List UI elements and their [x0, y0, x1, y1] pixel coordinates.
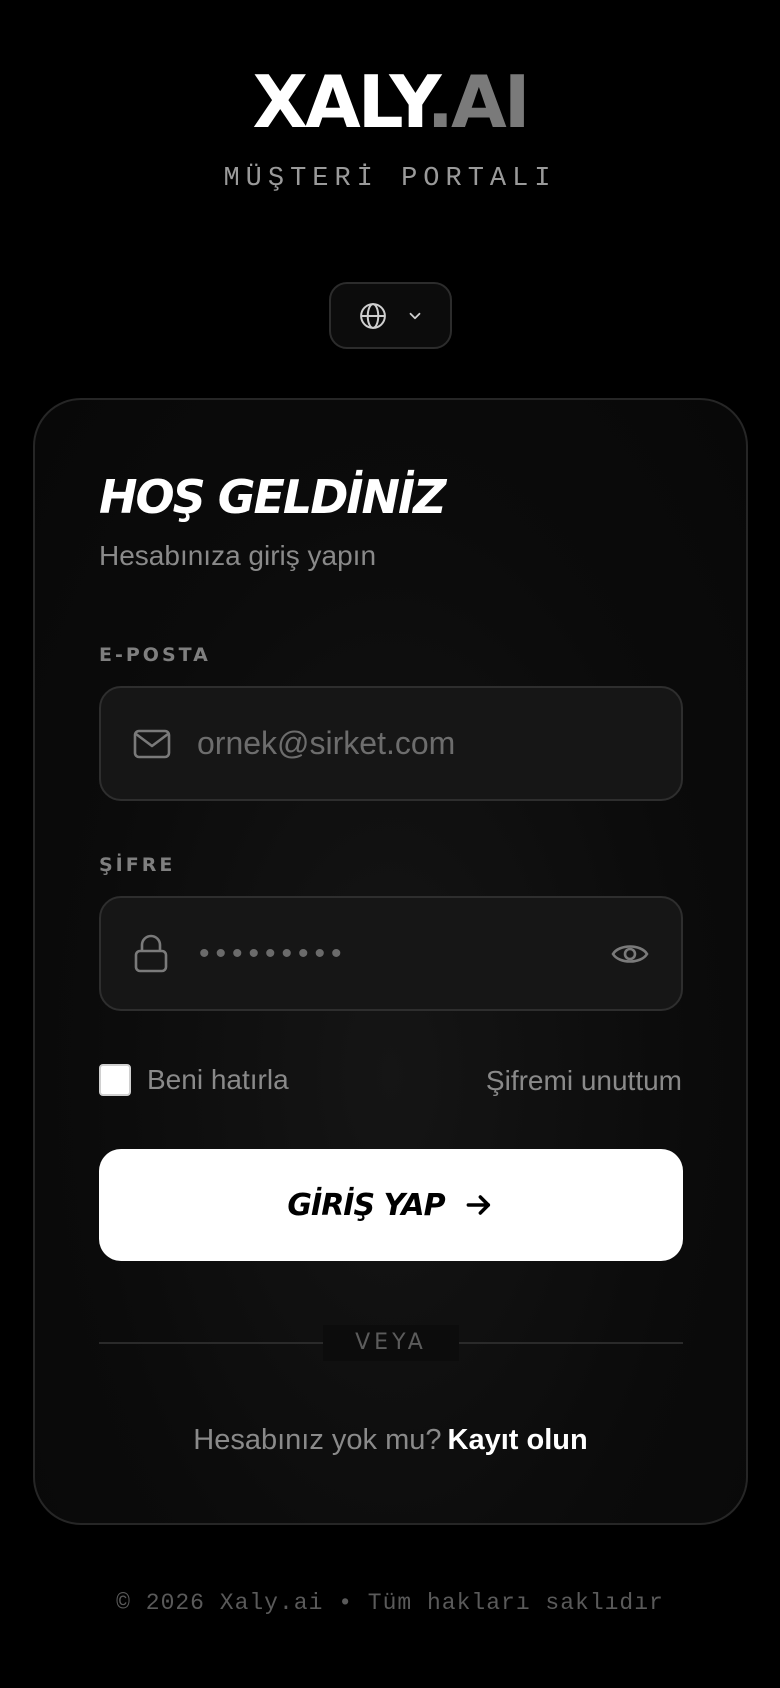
remember-me-label: Beni hatırla [147, 1064, 289, 1095]
brand-name: XALY [252, 60, 430, 144]
forgot-password-link[interactable]: Şifremi unuttum [486, 1065, 682, 1097]
login-page: XALY.AI MÜŞTERİ PORTALI HOŞ GELDİNİZ Hes… [0, 0, 780, 1688]
brand-tagline: MÜŞTERİ PORTALI [223, 164, 557, 194]
chevron-down-icon [406, 307, 424, 325]
brand-suffix: .AI [426, 60, 531, 144]
language-selector[interactable] [329, 282, 452, 349]
brand-logo: XALY.AI [0, 66, 780, 138]
remember-me[interactable]: Beni hatırla [99, 1064, 289, 1096]
divider-label: VEYA [323, 1325, 459, 1361]
login-button[interactable]: GİRİŞ YAP [99, 1149, 683, 1261]
mail-icon [133, 728, 171, 760]
lock-icon [133, 934, 169, 974]
signup-link[interactable]: Kayıt olun [448, 1424, 588, 1456]
email-field-container[interactable] [99, 686, 683, 801]
login-title: HOŞ GELDİNİZ [99, 470, 447, 524]
login-button-label: GİRİŞ YAP [287, 1187, 445, 1223]
signup-prompt-text: Hesabınız yok mu? [193, 1424, 442, 1456]
login-card: HOŞ GELDİNİZ Hesabınıza giriş yapın E-PO… [33, 398, 748, 1525]
signup-prompt: Hesabınız yok mu? Kayıt olun [35, 1424, 746, 1457]
password-label: ŞİFRE [99, 854, 176, 876]
remember-me-checkbox[interactable] [99, 1064, 131, 1096]
arrow-right-icon [466, 1195, 490, 1215]
password-input[interactable]: ••••••••• [199, 937, 348, 971]
email-label: E-POSTA [99, 644, 211, 666]
footer-copyright: © 2026 Xaly.ai • Tüm hakları saklıdır [116, 1590, 664, 1616]
password-field-container[interactable]: ••••••••• [99, 896, 683, 1011]
globe-icon [358, 301, 388, 331]
login-subtitle: Hesabınıza giriş yapın [99, 540, 377, 571]
email-input[interactable] [197, 688, 617, 799]
show-password-toggle[interactable] [611, 941, 649, 967]
